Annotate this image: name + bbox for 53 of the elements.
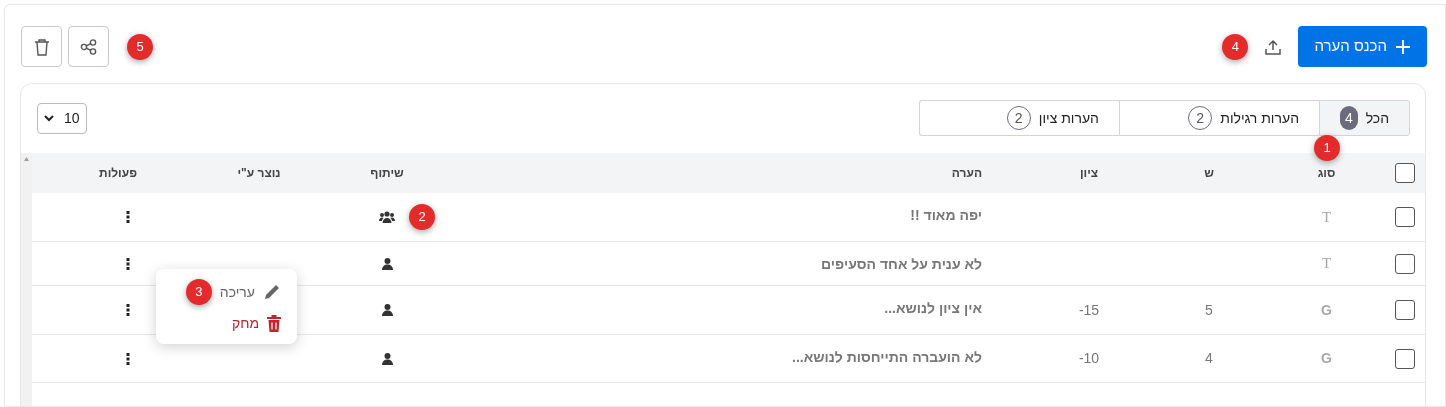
table-cell-text: 5 <box>1205 300 1213 320</box>
share-button[interactable] <box>68 26 109 67</box>
kebab-icon <box>126 352 130 365</box>
menu-item[interactable]: עריכה <box>219 281 255 303</box>
checkbox[interactable] <box>1394 163 1415 183</box>
column-header: פעולות <box>99 165 137 182</box>
trash-icon <box>33 37 50 56</box>
checkbox[interactable] <box>1394 300 1415 320</box>
checkbox[interactable] <box>1394 348 1415 369</box>
scroll-up-icon <box>24 157 29 161</box>
callout-badge: 3 <box>185 279 212 305</box>
table-cell-text: 4 <box>1205 349 1213 368</box>
checkbox[interactable] <box>1394 253 1415 274</box>
new-note-button[interactable]: הכנס הערה <box>1298 26 1427 67</box>
upload-icon <box>1264 37 1283 56</box>
more-actions-button[interactable] <box>126 304 130 316</box>
callout-badge: 4 <box>1222 33 1249 60</box>
column-header: הערה <box>951 166 982 180</box>
callout-badge: 2 <box>409 204 435 230</box>
table-cell-text: -10 <box>1078 349 1100 368</box>
column-header: שיתוף <box>370 165 404 182</box>
more-actions-button[interactable] <box>126 352 130 365</box>
kebab-icon <box>126 304 130 316</box>
count-badge: 4 <box>1340 106 1358 130</box>
column-header: ציון <box>1079 165 1099 182</box>
type-letter: T <box>1321 207 1332 227</box>
chevron-down-icon <box>44 114 54 122</box>
type-letter: G <box>1321 300 1332 320</box>
menu-item[interactable]: מחק <box>231 313 259 334</box>
note-text: לא ענית על אחד הסעיפים <box>821 256 982 272</box>
note-text: אין ציון לנושא... <box>884 300 982 316</box>
trash-icon <box>267 315 281 332</box>
pencil-icon <box>263 283 281 301</box>
callout-badge: 5 <box>127 33 153 60</box>
kebab-icon <box>126 211 130 223</box>
share-icon <box>79 38 98 55</box>
page-size-select[interactable]: 10 <box>37 102 87 134</box>
plus-icon <box>1395 38 1411 55</box>
type-letter: G <box>1321 349 1332 368</box>
column-header: סוג <box>1317 165 1336 182</box>
checkbox[interactable] <box>1394 207 1415 227</box>
more-actions-button[interactable] <box>126 257 130 270</box>
kebab-icon <box>126 257 130 270</box>
note-text: לא הועברה התייחסות לנושא... <box>792 349 982 365</box>
more-actions-button[interactable] <box>126 211 130 223</box>
column-header: ש <box>1204 165 1214 182</box>
table-cell-text: -15 <box>1078 300 1100 320</box>
scrollbar[interactable] <box>21 153 32 406</box>
column-header: נוצר ע"י <box>237 165 281 182</box>
upload-button[interactable] <box>1264 37 1283 56</box>
delete-button[interactable] <box>21 26 62 67</box>
note-text: יפה מאוד !! <box>910 207 982 223</box>
type-letter: T <box>1321 254 1332 274</box>
